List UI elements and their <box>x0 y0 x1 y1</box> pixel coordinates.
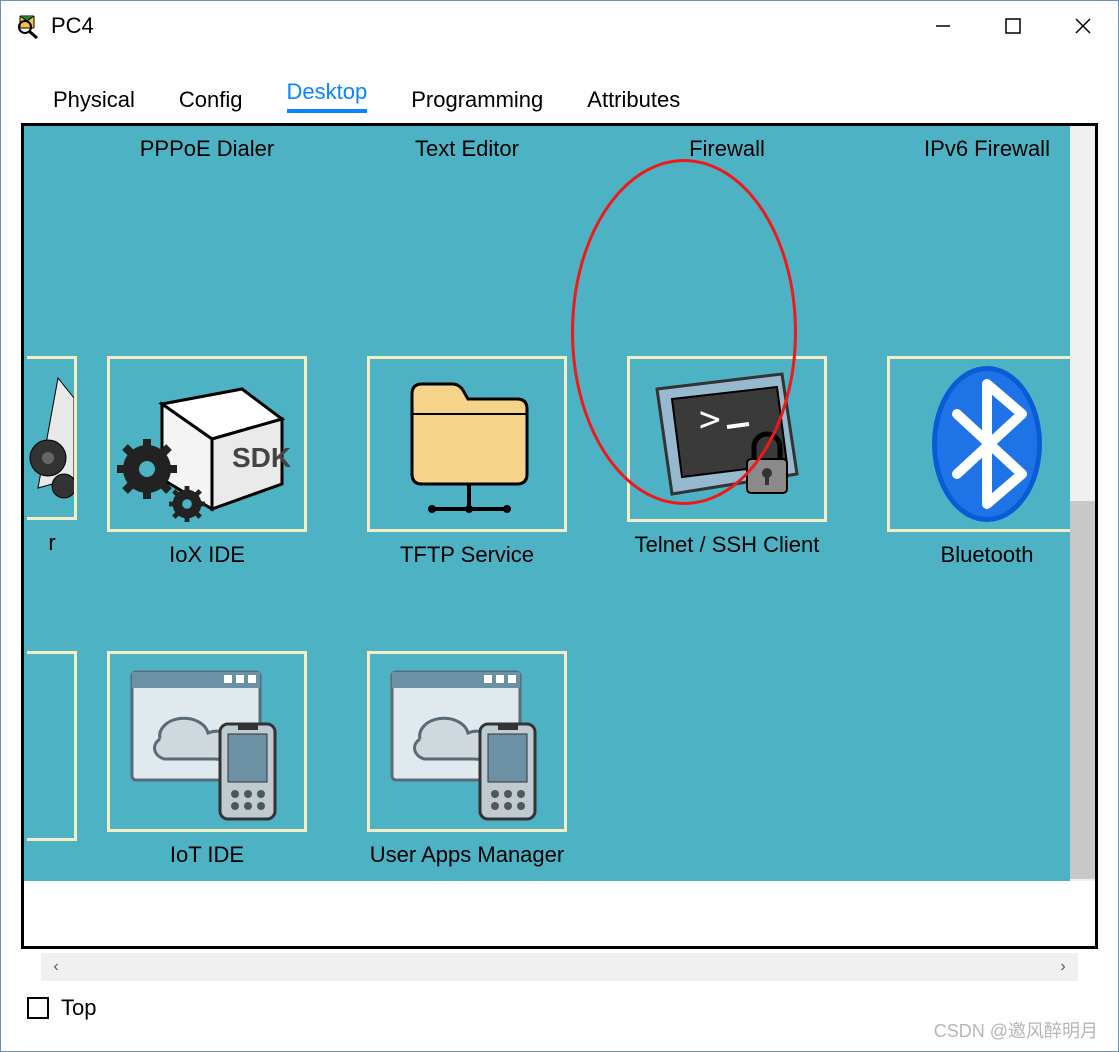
scrollbar-thumb[interactable] <box>1070 501 1095 879</box>
app-tile-user-apps-manager[interactable] <box>367 651 567 832</box>
desktop-panel: PPPoE Dialer Text Editor <box>21 123 1098 949</box>
app-label: IPv6 Firewall <box>924 136 1050 162</box>
iox-ide-icon: SDK <box>117 359 297 529</box>
app-tile-iox-ide[interactable]: SDK <box>107 356 307 532</box>
app-tile-ipv6-firewall[interactable] <box>887 123 1087 126</box>
tab-config[interactable]: Config <box>157 77 265 123</box>
watermark-text: CSDN @邀风醉明月 <box>934 1017 1098 1043</box>
app-label: IoX IDE <box>169 542 245 568</box>
iot-ide-icon <box>120 654 295 829</box>
app-label: r <box>27 530 77 556</box>
maximize-button[interactable] <box>978 1 1048 51</box>
app-label: IoT IDE <box>170 842 244 868</box>
tab-bar: Physical Config Desktop Programming Attr… <box>1 51 1118 123</box>
app-tile-text-editor[interactable] <box>367 123 567 126</box>
device-window: PC4 Physical Config Desktop Programming … <box>0 0 1119 1052</box>
tab-desktop[interactable]: Desktop <box>265 69 390 123</box>
minimize-button[interactable] <box>908 1 978 51</box>
app-tile-pppoe-dialer[interactable] <box>107 123 307 126</box>
app-tile-iot-ide[interactable] <box>107 651 307 832</box>
generic-app-icon <box>28 368 74 508</box>
app-label: Telnet / SSH Client <box>635 532 820 558</box>
window-title: PC4 <box>51 13 94 39</box>
scroll-right-arrow-icon[interactable]: › <box>1048 958 1078 976</box>
telnet-ssh-icon: > <box>637 359 817 519</box>
close-button[interactable] <box>1048 1 1118 51</box>
tab-attributes[interactable]: Attributes <box>565 77 702 123</box>
top-checkbox-label: Top <box>61 995 96 1021</box>
app-tile-partial[interactable] <box>27 123 77 126</box>
app-tile-bluetooth[interactable] <box>887 356 1087 532</box>
svg-text:SDK: SDK <box>232 442 291 473</box>
tftp-service-icon <box>382 359 552 529</box>
titlebar: PC4 <box>1 1 1118 51</box>
svg-text:>: > <box>699 399 721 440</box>
top-checkbox[interactable] <box>27 997 49 1019</box>
vertical-scrollbar[interactable]: ▴ <box>1070 123 1095 881</box>
app-tile-telnet-ssh-client[interactable]: > <box>627 356 827 522</box>
app-magnifier-icon <box>15 13 41 39</box>
app-label: Text Editor <box>415 136 519 162</box>
app-tile-tftp-service[interactable] <box>367 356 567 532</box>
app-label: Firewall <box>689 136 765 162</box>
app-label: PPPoE Dialer <box>140 136 275 162</box>
horizontal-scrollbar[interactable]: ‹ › <box>41 953 1078 981</box>
user-apps-manager-icon <box>380 654 555 829</box>
app-tile-partial[interactable] <box>27 651 77 841</box>
app-label: User Apps Manager <box>370 842 564 868</box>
app-tile-partial[interactable] <box>27 356 77 520</box>
app-tile-firewall[interactable] <box>627 123 827 126</box>
bluetooth-icon <box>917 359 1057 529</box>
app-label: TFTP Service <box>400 542 534 568</box>
app-label: Bluetooth <box>941 542 1034 568</box>
tab-programming[interactable]: Programming <box>389 77 565 123</box>
scroll-left-arrow-icon[interactable]: ‹ <box>41 958 71 976</box>
tab-physical[interactable]: Physical <box>31 77 157 123</box>
